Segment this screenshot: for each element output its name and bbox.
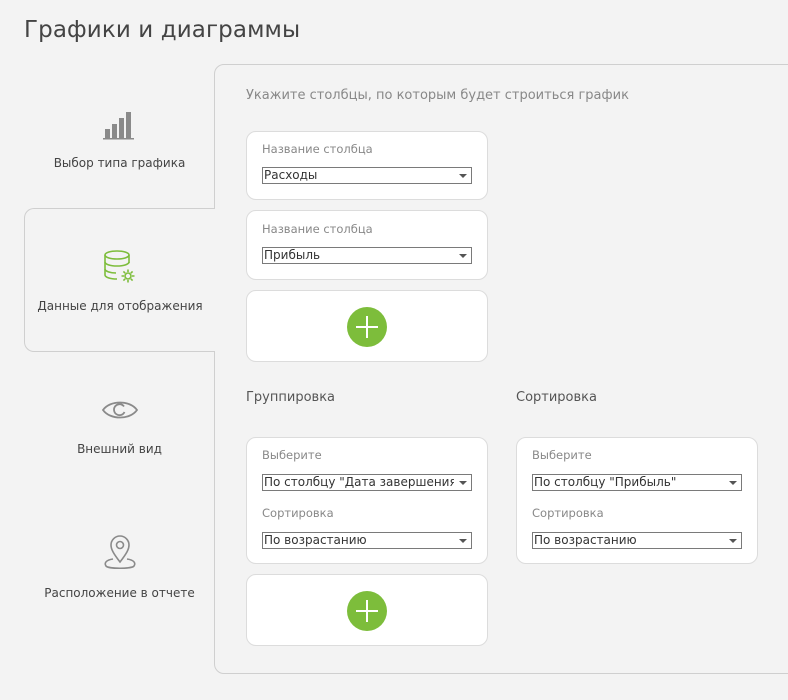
chevron-down-icon <box>459 539 467 543</box>
nav-label-data: Данные для отображения <box>37 299 203 313</box>
column-select[interactable]: Расходы <box>262 167 472 184</box>
grouping-column-select[interactable]: По столбцу "Дата завершения задачи" <box>262 474 472 491</box>
sorting-column-select[interactable]: По столбцу "Прибыль" <box>532 474 742 491</box>
chevron-down-icon <box>729 481 737 485</box>
column-label: Название столбца <box>262 142 373 156</box>
grouping-sort-select[interactable]: По возрастанию <box>262 532 472 549</box>
chevron-down-icon <box>459 174 467 178</box>
eye-icon <box>101 401 138 419</box>
grouping-sort-label: Сортировка <box>262 506 334 520</box>
column-card: Название столбца Прибыль <box>246 210 488 280</box>
bar-chart-icon <box>102 112 134 140</box>
columns-hint: Укажите столбцы, по которым будет строит… <box>246 88 629 103</box>
sorting-sort-label: Сортировка <box>532 506 604 520</box>
add-grouping-card <box>246 574 488 646</box>
grouping-select-label: Выберите <box>262 448 322 462</box>
nav-item-data[interactable]: Данные для отображения <box>24 208 215 352</box>
add-column-button[interactable] <box>347 307 387 347</box>
wizard-nav: Выбор типа графика Данные для отображени… <box>24 64 215 664</box>
column-select-value: Прибыль <box>264 248 321 262</box>
column-card: Название столбца Расходы <box>246 131 488 200</box>
nav-item-appearance[interactable]: Внешний вид <box>24 352 215 496</box>
column-label: Название столбца <box>262 222 373 236</box>
nav-label-appearance: Внешний вид <box>77 442 162 456</box>
sorting-card: Выберите По столбцу "Прибыль" Сортировка… <box>516 437 758 564</box>
grouping-sort-value: По возрастанию <box>264 533 367 547</box>
add-column-card <box>246 290 488 362</box>
nav-item-chart-type[interactable]: Выбор типа графика <box>24 64 215 208</box>
chevron-down-icon <box>459 481 467 485</box>
sorting-sort-select[interactable]: По возрастанию <box>532 532 742 549</box>
database-gear-icon <box>104 250 135 283</box>
column-select-value: Расходы <box>264 168 318 182</box>
sorting-select-label: Выберите <box>532 448 592 462</box>
grouping-card: Выберите По столбцу "Дата завершения зад… <box>246 437 488 564</box>
nav-label-chart-type: Выбор типа графика <box>53 156 186 170</box>
sorting-sort-value: По возрастанию <box>534 533 637 547</box>
nav-item-placement[interactable]: Расположение в отчете <box>24 496 215 640</box>
column-select[interactable]: Прибыль <box>262 247 472 264</box>
chevron-down-icon <box>459 254 467 258</box>
sorting-title: Сортировка <box>516 390 597 405</box>
sorting-column-value: По столбцу "Прибыль" <box>534 475 677 489</box>
nav-label-placement: Расположение в отчете <box>44 586 195 600</box>
grouping-title: Группировка <box>246 390 336 405</box>
page-title: Графики и диаграммы <box>24 17 301 43</box>
add-grouping-button[interactable] <box>347 591 387 631</box>
grouping-column-value: По столбцу "Дата завершения задачи" <box>264 475 454 489</box>
map-pin-icon <box>103 535 136 570</box>
chevron-down-icon <box>729 539 737 543</box>
